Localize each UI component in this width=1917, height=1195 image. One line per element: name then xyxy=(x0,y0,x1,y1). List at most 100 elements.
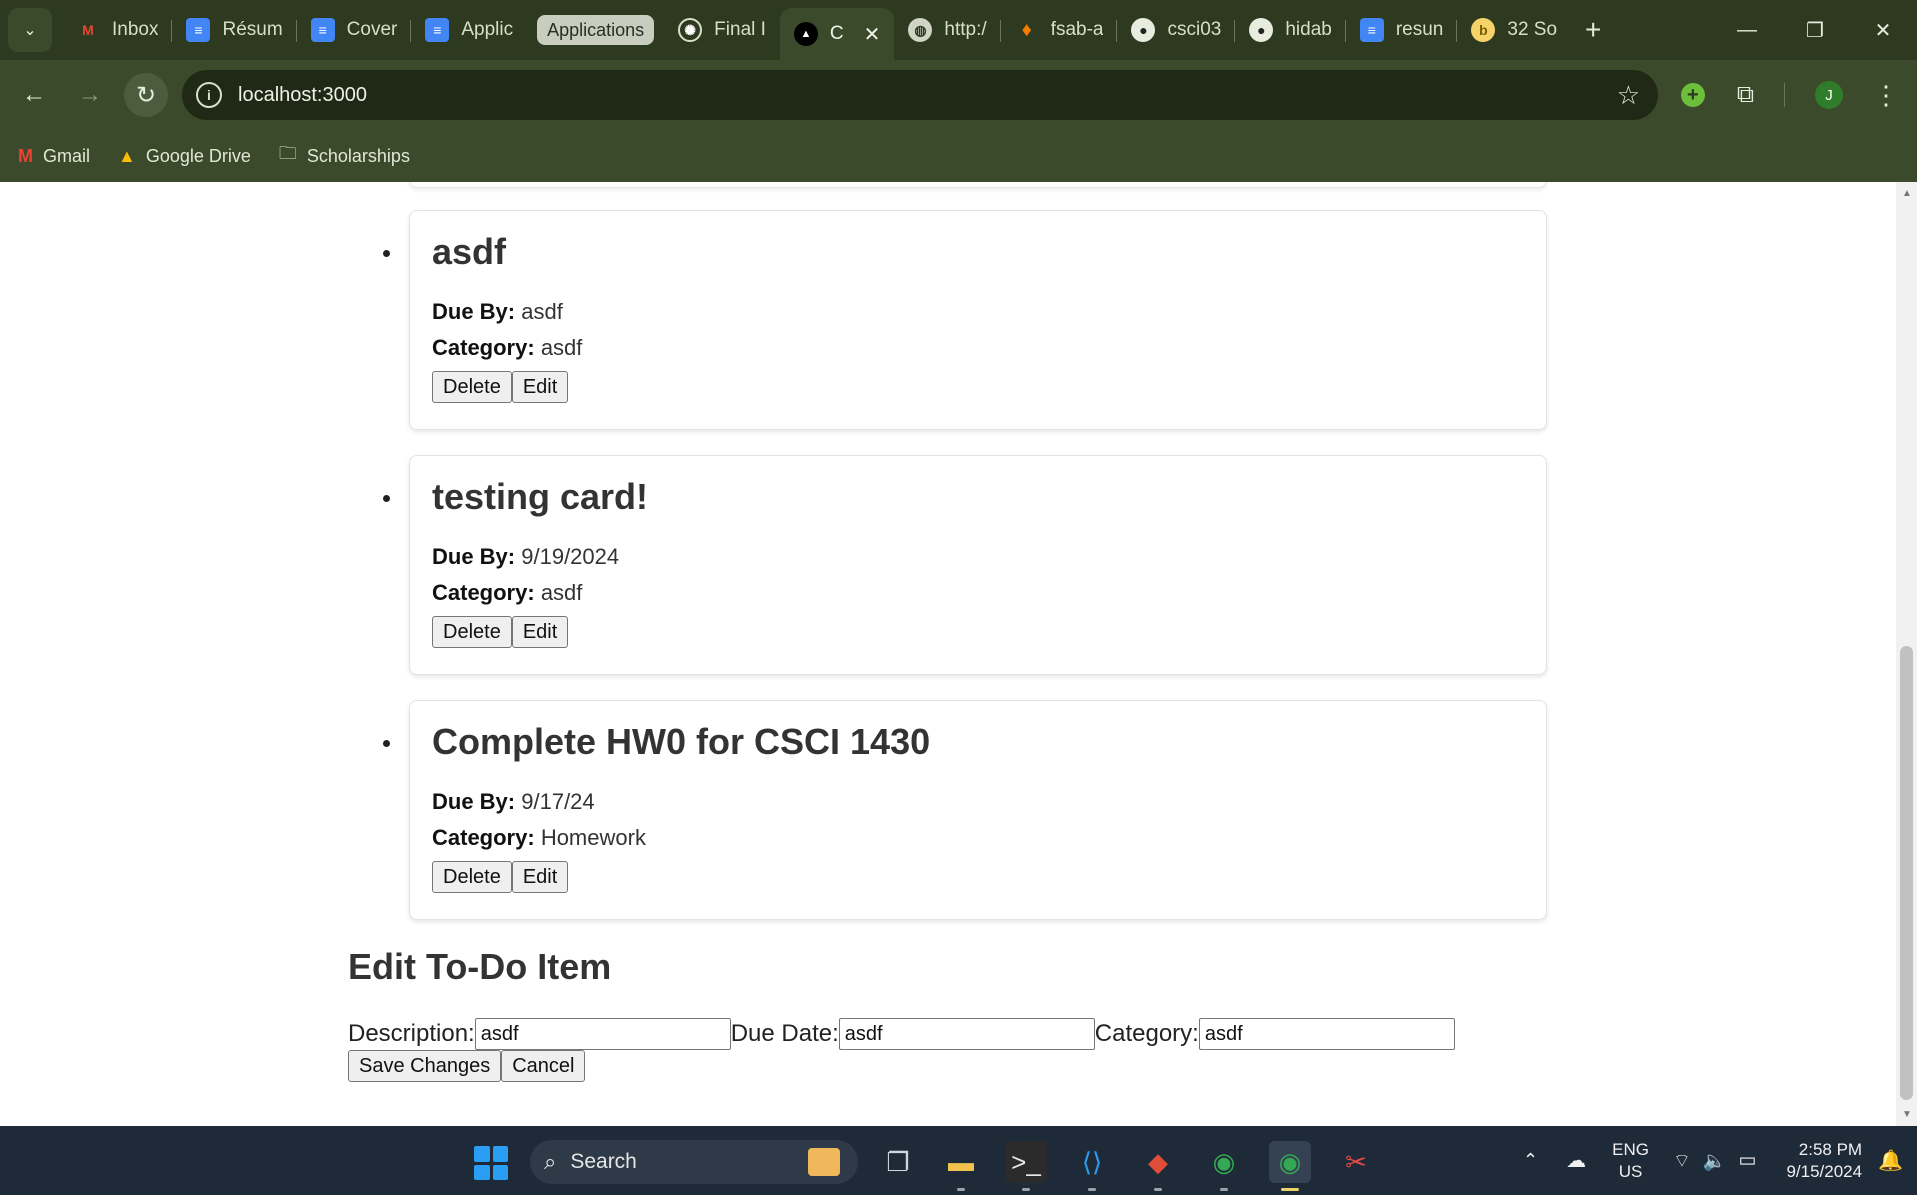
delete-button[interactable]: Delete xyxy=(432,616,512,648)
search-icon: ⌕ xyxy=(544,1149,557,1174)
edit-button[interactable]: Edit xyxy=(511,371,569,403)
drive-icon: ▲ xyxy=(118,145,136,166)
tray-overflow-icon[interactable]: ⌃ xyxy=(1523,1150,1538,1171)
browser-toolbar: ← → ↻ i localhost:3000 ☆ + ⧉ J ⋮ xyxy=(0,60,1917,130)
todo-list: asdf Due By: asdf Category: asdf Delete … xyxy=(0,210,1896,945)
tab-fsab[interactable]: ♦ fsab-a xyxy=(1001,8,1118,52)
tab-http[interactable]: ◍ http:/ xyxy=(894,8,1001,52)
cancel-button[interactable]: Cancel xyxy=(501,1050,586,1082)
tab-final[interactable]: ✺ Final I xyxy=(664,8,780,52)
category-value: Homework xyxy=(540,825,646,850)
search-highlight-icon xyxy=(808,1148,840,1176)
minimize-icon[interactable]: — xyxy=(1713,0,1781,60)
delete-button[interactable]: Delete xyxy=(432,861,512,893)
bookmark-scholarships[interactable]: 🗀 Scholarships xyxy=(279,141,410,171)
chrome-icon[interactable]: ◉ xyxy=(1203,1141,1245,1191)
category-label: Category: xyxy=(432,825,535,850)
tab-title: http:/ xyxy=(944,19,987,40)
taskbar-search[interactable]: ⌕ Search xyxy=(530,1140,858,1184)
system-tray: ⌃ ☁ ENG US ⌔ 🔈 ▭ 2:58 PM 9/15/2024 🔔 xyxy=(1523,1126,1917,1195)
tab-title: Résum xyxy=(222,19,283,40)
git-icon[interactable]: ◆ xyxy=(1137,1141,1179,1191)
todo-actions: Delete Edit xyxy=(432,616,1524,648)
tab-resume[interactable]: ≡ Résum xyxy=(172,8,297,52)
todo-category: Category: Homework xyxy=(432,825,1524,851)
folder-icon: 🗀 xyxy=(278,143,297,163)
forward-button[interactable]: → xyxy=(68,73,112,117)
todo-title: asdf xyxy=(432,231,507,272)
tab-title: Cover xyxy=(346,19,398,40)
profile-avatar[interactable]: J xyxy=(1815,81,1843,109)
docs-icon: ≡ xyxy=(186,18,211,42)
due-date-input[interactable] xyxy=(838,1018,1095,1050)
language-indicator[interactable]: ENG US xyxy=(1612,1139,1649,1183)
todo-due: Due By: 9/19/2024 xyxy=(432,544,1524,570)
clock[interactable]: 2:58 PM 9/15/2024 xyxy=(1786,1139,1862,1183)
bookmark-star-icon[interactable]: ☆ xyxy=(1617,80,1640,111)
extension-add-icon[interactable]: + xyxy=(1680,83,1705,107)
address-bar[interactable]: i localhost:3000 ☆ xyxy=(182,70,1658,120)
onedrive-icon[interactable]: ☁ xyxy=(1566,1148,1586,1173)
tab-title: resun xyxy=(1395,19,1444,40)
category-value: asdf xyxy=(540,580,583,605)
wifi-icon[interactable]: ⌔ xyxy=(1673,1149,1691,1173)
tab-32so[interactable]: b 32 So xyxy=(1457,8,1571,52)
task-view-icon[interactable]: ❐ xyxy=(877,1141,919,1183)
new-tab-button[interactable]: + xyxy=(1585,14,1601,46)
tab-applic[interactable]: ≡ Applic xyxy=(411,8,527,52)
page-scrollbar[interactable]: ▲ ▼ xyxy=(1896,182,1917,1126)
tab-resun[interactable]: ≡ resun xyxy=(1346,8,1458,52)
reload-button[interactable]: ↻ xyxy=(124,73,168,117)
tab-strip: M Inbox ≡ Résum ≡ Cover ≡ Applic Application… xyxy=(62,0,1601,60)
vercel-icon: ▲ xyxy=(793,22,818,46)
window-close-icon[interactable]: ✕ xyxy=(1849,0,1917,60)
scroll-up-icon[interactable]: ▲ xyxy=(1902,188,1912,199)
edit-button[interactable]: Edit xyxy=(511,861,569,893)
due-label: Due By: xyxy=(432,299,516,324)
edit-button[interactable]: Edit xyxy=(511,616,569,648)
bookmarks-bar: M Gmail ▲ Google Drive 🗀 Scholarships xyxy=(0,130,1917,182)
battery-icon[interactable]: ▭ xyxy=(1739,1149,1757,1172)
snipping-tool-icon[interactable]: ✂ xyxy=(1335,1141,1377,1183)
scrollbar-thumb[interactable] xyxy=(1900,646,1913,1100)
description-input[interactable] xyxy=(474,1018,731,1050)
edit-todo-section: Edit To-Do Item Description: Due Date: C… xyxy=(348,946,1455,1082)
delete-button[interactable]: Delete xyxy=(432,371,512,403)
back-button[interactable]: ← xyxy=(12,73,56,117)
tab-group-applications[interactable]: Applications xyxy=(537,15,655,45)
bookmark-gmail[interactable]: M Gmail xyxy=(18,146,90,167)
gmail-icon: M xyxy=(82,22,94,38)
volume-icon[interactable]: 🔈 xyxy=(1703,1149,1727,1173)
save-changes-button[interactable]: Save Changes xyxy=(348,1050,502,1082)
tab-cover[interactable]: ≡ Cover xyxy=(297,8,412,52)
file-explorer-icon[interactable]: ▬ xyxy=(940,1141,982,1191)
notification-bell-icon[interactable]: 🔔 xyxy=(1878,1148,1903,1173)
todo-title: testing card! xyxy=(432,476,649,517)
extensions-puzzle-icon[interactable]: ⧉ xyxy=(1737,81,1754,109)
url-text[interactable]: localhost:3000 xyxy=(238,84,367,107)
windows-start-icon[interactable] xyxy=(474,1146,508,1180)
tab-active-c[interactable]: ▲ C ✕ xyxy=(779,8,895,60)
bookmark-google-drive[interactable]: ▲ Google Drive xyxy=(118,146,251,167)
tab-inbox[interactable]: M Inbox xyxy=(62,8,173,52)
more-menu-icon[interactable]: ⋮ xyxy=(1873,80,1899,111)
terminal-icon[interactable]: >_ xyxy=(1005,1141,1047,1191)
vscode-icon[interactable]: ⟨⟩ xyxy=(1071,1141,1113,1191)
tab-csci03[interactable]: ● csci03 xyxy=(1117,8,1236,52)
list-item: Complete HW0 for CSCI 1430 Due By: 9/17/… xyxy=(383,700,1547,920)
close-icon[interactable]: ✕ xyxy=(864,22,881,47)
tab-hidab[interactable]: ● hidab xyxy=(1235,8,1346,52)
chrome-icon-active[interactable]: ◉ xyxy=(1269,1141,1311,1191)
category-input[interactable] xyxy=(1198,1018,1455,1050)
site-info-icon[interactable]: i xyxy=(196,82,222,108)
scroll-down-icon[interactable]: ▼ xyxy=(1902,1109,1912,1120)
clock-time: 2:58 PM xyxy=(1798,1139,1863,1159)
list-bullet xyxy=(383,495,390,502)
todo-card-partial xyxy=(409,182,1547,188)
description-label: Description: xyxy=(348,1020,475,1047)
tab-search-button[interactable]: ⌄ xyxy=(8,8,52,52)
category-value: asdf xyxy=(540,335,583,360)
restore-icon[interactable]: ❐ xyxy=(1781,0,1849,60)
tab-title: 32 So xyxy=(1507,19,1558,40)
github-icon: ● xyxy=(1131,18,1156,42)
